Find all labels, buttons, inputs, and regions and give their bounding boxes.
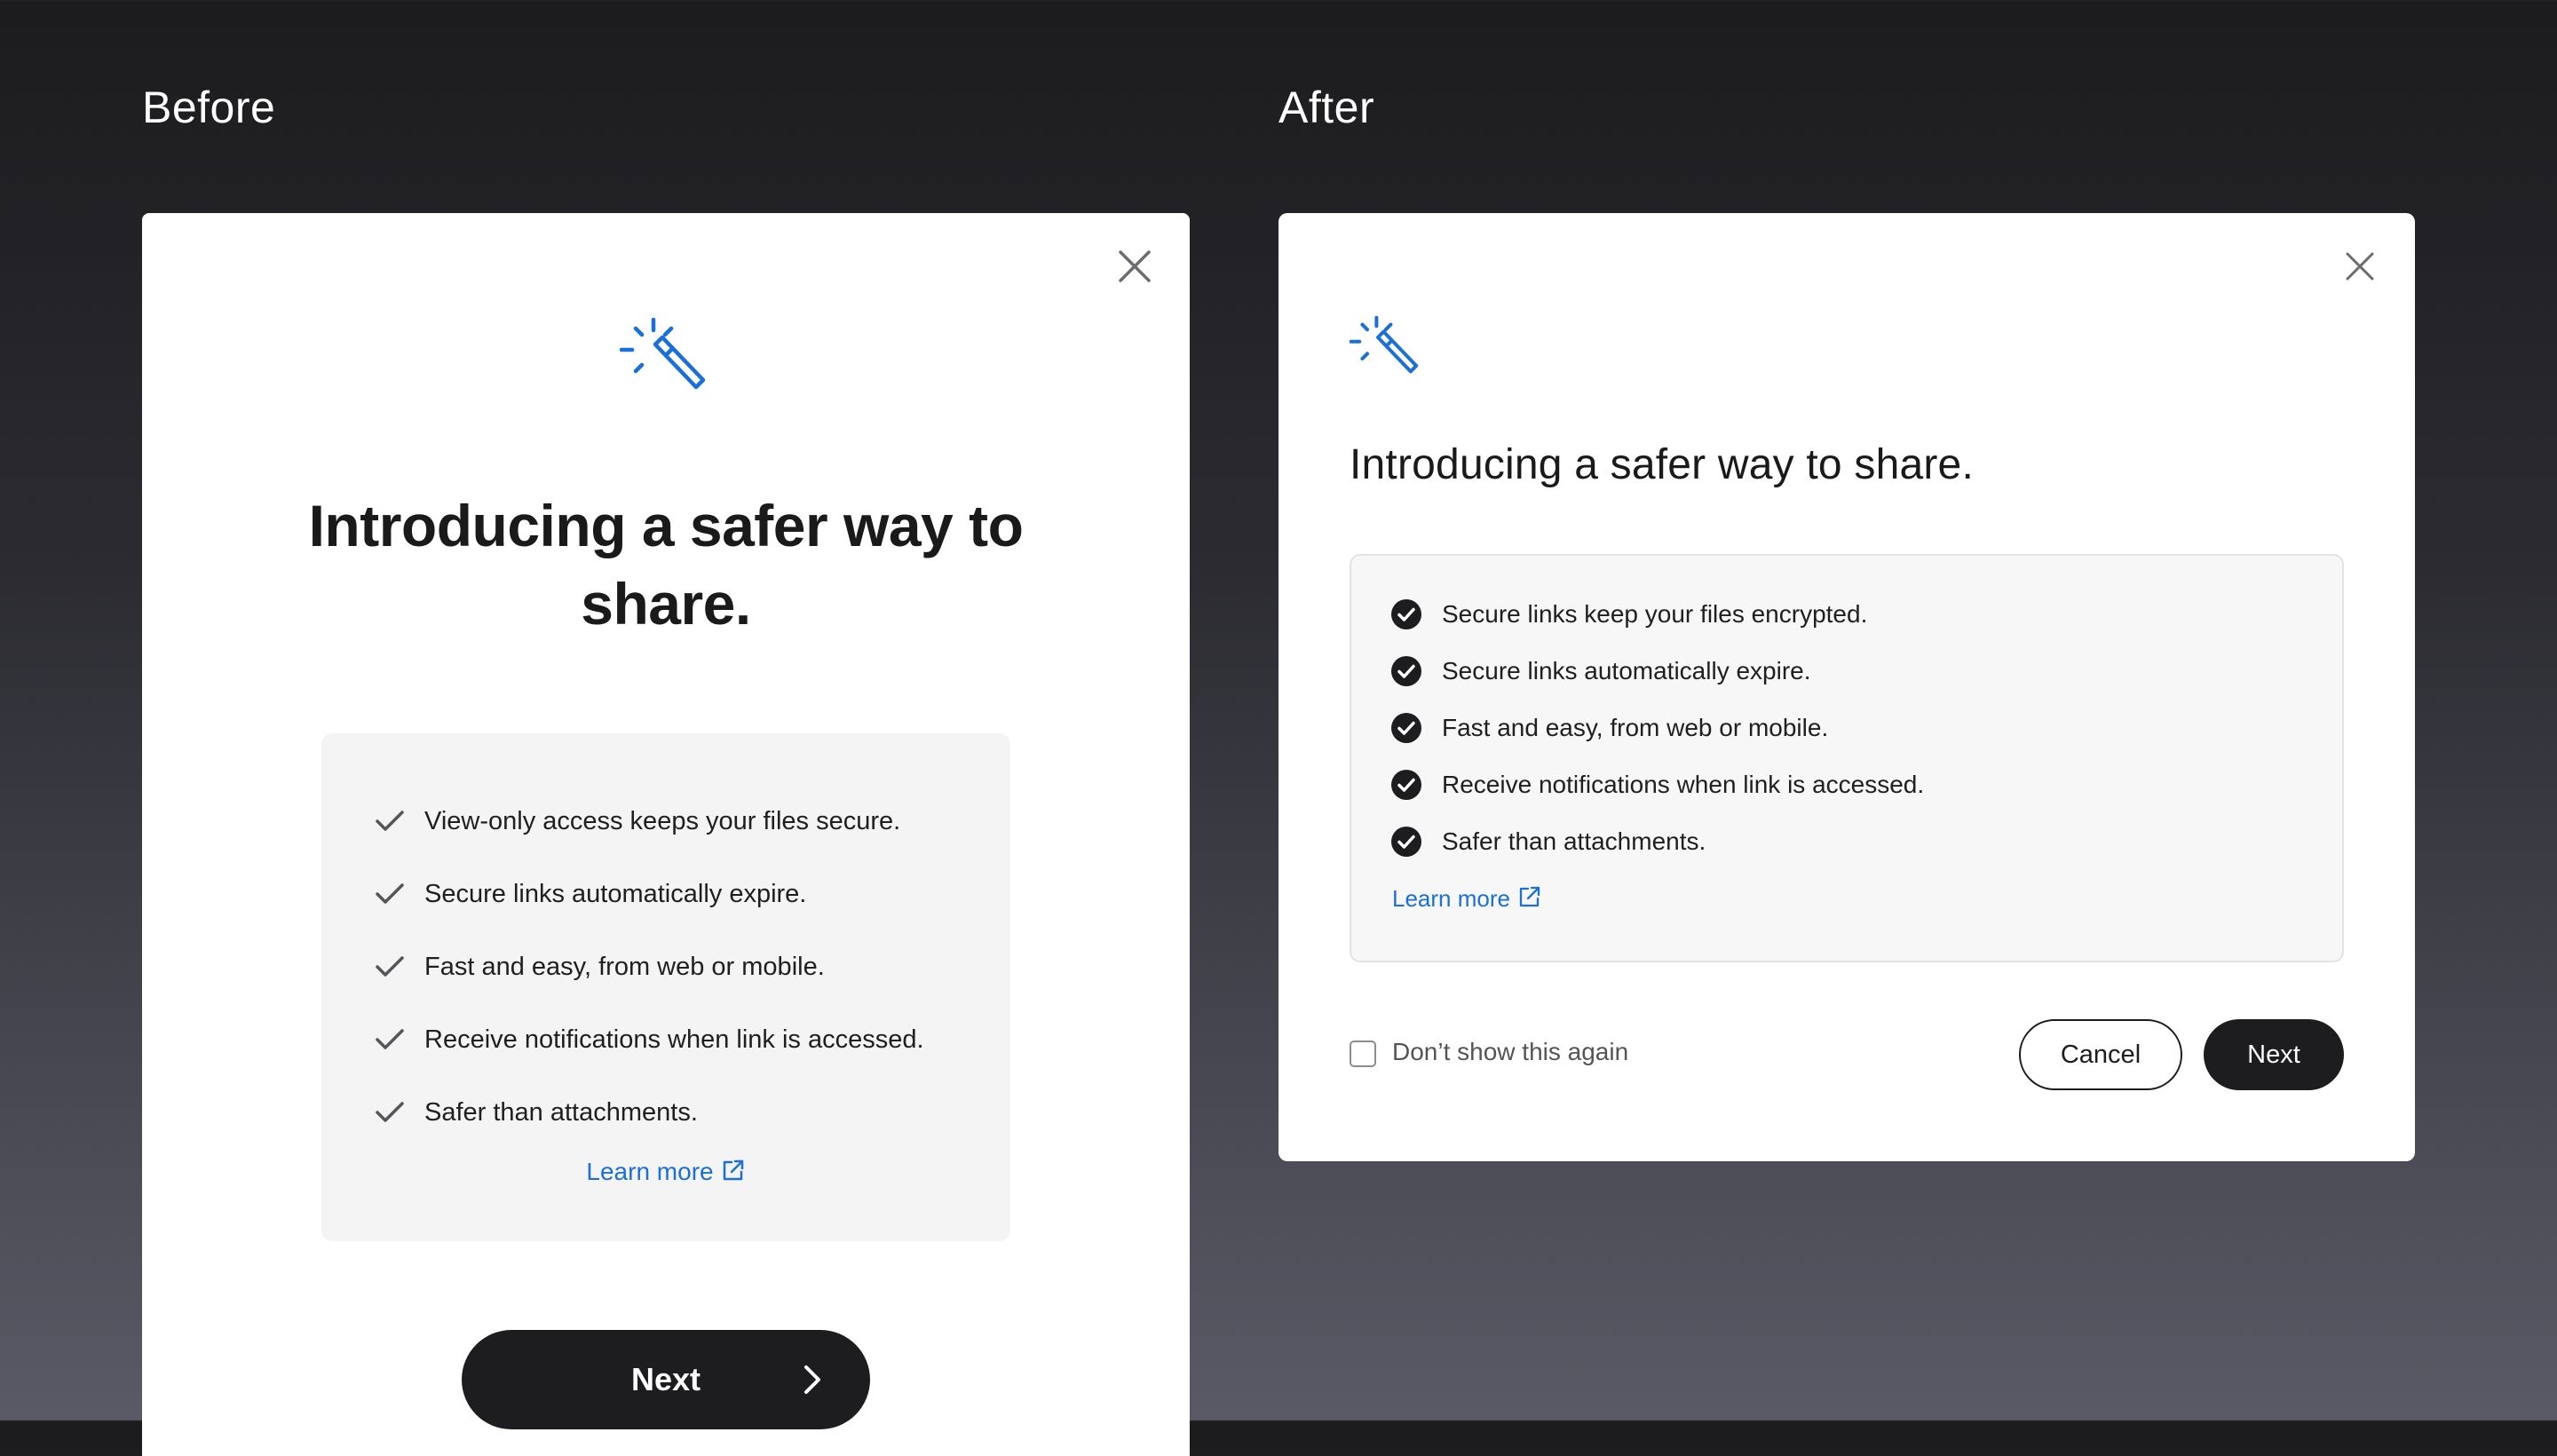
check-circle-icon	[1391, 770, 1421, 800]
list-item: Safer than attachments.	[1390, 813, 1924, 870]
learn-more-link[interactable]: Learn more	[1392, 884, 1542, 913]
dont-show-again-checkbox[interactable]	[1350, 1041, 1376, 1067]
check-icon	[376, 956, 404, 977]
features-box: Secure links keep your files encrypted. …	[1350, 554, 2344, 962]
check-circle-icon	[1391, 827, 1421, 857]
list-item: Secure links keep your files encrypted.	[1390, 586, 1924, 643]
next-button[interactable]: Next	[2204, 1019, 2344, 1090]
magic-wand-icon	[1350, 316, 1419, 374]
feature-text: Safer than attachments.	[424, 1097, 698, 1127]
feature-text: Receive notifications when link is acces…	[424, 1025, 924, 1054]
dialog-title: Introducing a safer way to share.	[1350, 441, 1974, 488]
feature-text: Safer than attachments.	[1442, 827, 1706, 855]
list-item: Fast and easy, from web or mobile.	[375, 930, 924, 1003]
chevron-right-icon	[804, 1365, 820, 1394]
check-icon	[376, 811, 404, 831]
list-item: Fast and easy, from web or mobile.	[1390, 700, 1924, 756]
check-icon	[376, 883, 404, 904]
list-item: Secure links automatically expire.	[1390, 643, 1924, 700]
feature-text: Fast and easy, from web or mobile.	[424, 952, 825, 981]
check-icon	[376, 1029, 404, 1049]
after-section-label: After	[1278, 83, 1375, 132]
features-list: Secure links keep your files encrypted. …	[1390, 586, 1924, 870]
check-circle-icon	[1391, 713, 1421, 743]
external-link-icon	[723, 1159, 743, 1181]
feature-text: View-only access keeps your files secure…	[424, 806, 901, 835]
next-button[interactable]: Next	[462, 1330, 870, 1429]
close-icon[interactable]	[1115, 247, 1154, 286]
feature-text: Secure links automatically expire.	[1442, 657, 1811, 684]
before-section-label: Before	[142, 83, 276, 132]
feature-text: Secure links keep your files encrypted.	[1442, 600, 1868, 628]
check-circle-icon	[1391, 599, 1421, 629]
features-box: View-only access keeps your files secure…	[321, 733, 1010, 1241]
list-item: Secure links automatically expire.	[375, 858, 924, 930]
feature-text: Secure links automatically expire.	[424, 879, 807, 908]
feature-text: Fast and easy, from web or mobile.	[1442, 714, 1829, 741]
before-dialog: Introducing a safer way to share. View-o…	[142, 213, 1190, 1456]
list-item: Safer than attachments.	[375, 1076, 924, 1149]
external-link-icon	[1519, 886, 1540, 907]
cancel-button[interactable]: Cancel	[2019, 1019, 2182, 1090]
check-icon	[376, 1102, 404, 1122]
features-list: View-only access keeps your files secure…	[375, 785, 924, 1149]
dialog-title: Introducing a safer way to share.	[308, 493, 1024, 637]
after-dialog: Introducing a safer way to share. Secure…	[1278, 213, 2415, 1161]
check-circle-icon	[1391, 656, 1421, 686]
close-icon[interactable]	[2340, 247, 2379, 286]
magic-wand-icon	[620, 318, 706, 390]
dont-show-again-label[interactable]: Don’t show this again	[1392, 1038, 1628, 1066]
list-item: Receive notifications when link is acces…	[375, 1003, 924, 1076]
list-item: View-only access keeps your files secure…	[375, 785, 924, 858]
learn-more-label: Learn more	[586, 1158, 714, 1185]
learn-more-label: Learn more	[1392, 885, 1510, 912]
learn-more-link[interactable]: Learn more	[321, 1158, 1010, 1186]
list-item: Receive notifications when link is acces…	[1390, 756, 1924, 813]
feature-text: Receive notifications when link is acces…	[1442, 771, 1925, 798]
